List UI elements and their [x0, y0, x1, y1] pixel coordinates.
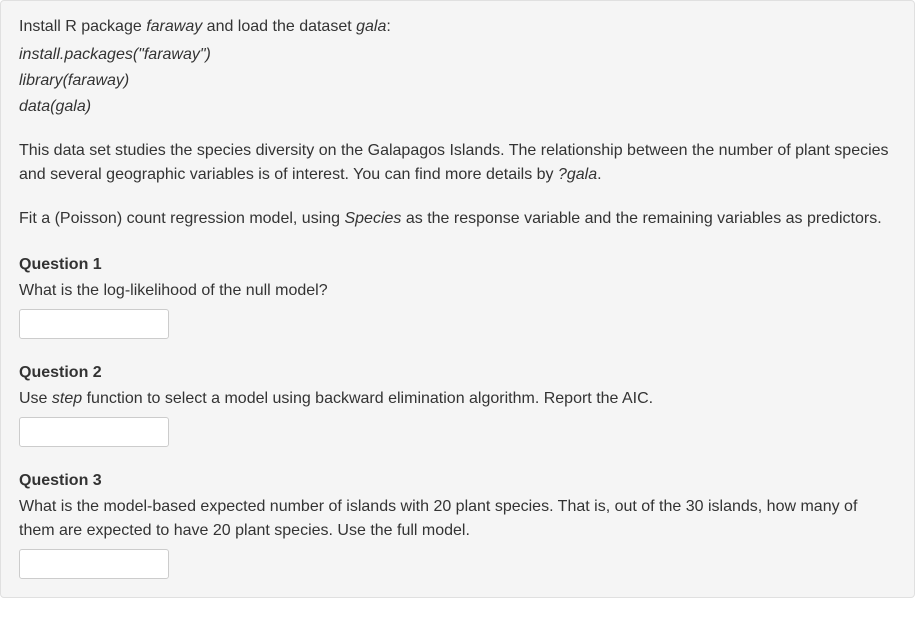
prompt-text: Use [19, 390, 52, 407]
desc-text: This data set studies the species divers… [19, 142, 889, 183]
answer-input-2[interactable] [19, 417, 169, 447]
question-title: Question 2 [19, 361, 896, 385]
dataset-name: gala [356, 18, 386, 35]
question-title: Question 1 [19, 253, 896, 277]
question-prompt: What is the model-based expected number … [19, 495, 896, 543]
question-1: Question 1 What is the log-likelihood of… [19, 253, 896, 339]
code-line-2: library(faraway) [19, 69, 896, 93]
question-3: Question 3 What is the model-based expec… [19, 469, 896, 579]
question-2: Question 2 Use step function to select a… [19, 361, 896, 447]
help-command: ?gala [558, 166, 597, 183]
intro-text-part: and load the dataset [202, 18, 356, 35]
desc-text: . [597, 166, 601, 183]
desc-text: as the response variable and the remaini… [401, 210, 881, 227]
response-var: Species [344, 210, 401, 227]
code-line-1: install.packages("faraway") [19, 43, 896, 67]
description-paragraph-2: Fit a (Poisson) count regression model, … [19, 207, 896, 231]
answer-input-1[interactable] [19, 309, 169, 339]
question-prompt: Use step function to select a model usin… [19, 387, 896, 411]
description-paragraph-1: This data set studies the species divers… [19, 139, 896, 187]
code-line-3: data(gala) [19, 95, 896, 119]
prompt-text: What is the model-based expected number … [19, 498, 857, 539]
intro-text-part: Install R package [19, 18, 146, 35]
question-title: Question 3 [19, 469, 896, 493]
answer-input-3[interactable] [19, 549, 169, 579]
intro-line-1: Install R package faraway and load the d… [19, 15, 896, 39]
question-prompt: What is the log-likelihood of the null m… [19, 279, 896, 303]
intro-text-part: : [386, 18, 390, 35]
prompt-emph: step [52, 390, 82, 407]
question-panel: Install R package faraway and load the d… [0, 0, 915, 598]
package-name: faraway [146, 18, 202, 35]
desc-text: Fit a (Poisson) count regression model, … [19, 210, 344, 227]
prompt-text: function to select a model using backwar… [82, 390, 653, 407]
prompt-text: What is the log-likelihood of the null m… [19, 282, 328, 299]
